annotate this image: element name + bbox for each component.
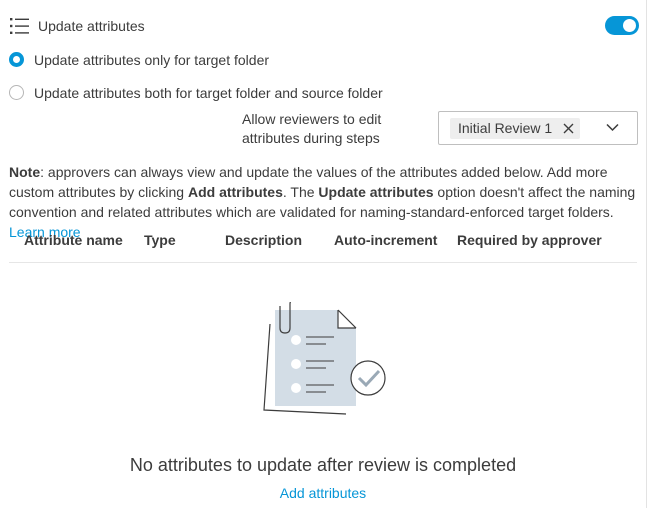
column-header-type[interactable]: Type — [144, 232, 176, 248]
section-title: Update attributes — [38, 18, 145, 34]
radio-button[interactable] — [9, 85, 24, 100]
column-header-required-by-approver[interactable]: Required by approver — [457, 232, 602, 248]
note-bold-update-attributes: Update attributes — [318, 184, 434, 200]
add-attributes-link[interactable]: Add attributes — [280, 485, 366, 501]
option-target-folder-only[interactable]: Update attributes only for target folder — [9, 50, 409, 70]
allow-reviewers-label-line1: Allow reviewers to edit — [242, 111, 382, 127]
chevron-down-icon[interactable] — [606, 123, 619, 132]
note-bold-add-attributes: Add attributes — [187, 184, 283, 200]
selected-step-chip: Initial Review 1 — [450, 118, 581, 139]
list-icon — [10, 18, 29, 34]
note-text: Note: approvers can always view and upda… — [9, 162, 641, 242]
review-steps-select[interactable]: Initial Review 1 — [438, 111, 638, 145]
column-header-attribute-name[interactable]: Attribute name — [24, 232, 123, 248]
option-label: Update attributes both for target folder… — [34, 85, 383, 101]
note-lead: Note — [9, 164, 41, 180]
panel-right-border — [646, 0, 647, 508]
empty-state-title: No attributes to update after review is … — [129, 455, 517, 475]
option-target-and-source-folder[interactable]: Update attributes both for target folder… — [9, 83, 409, 103]
empty-checklist-illustration — [263, 302, 386, 415]
option-label: Update attributes only for target folder — [34, 52, 270, 68]
radio-button-selected[interactable] — [9, 52, 24, 67]
empty-state-action: Add attributes — [0, 485, 646, 501]
allow-reviewers-label: Allow reviewers to edit attributes durin… — [242, 110, 402, 148]
note-part2: . The — [282, 184, 319, 200]
update-attributes-toggle[interactable] — [605, 16, 639, 35]
toggle-knob — [623, 19, 636, 32]
table-header-divider — [9, 262, 637, 263]
allow-reviewers-label-line2: attributes during steps — [242, 130, 380, 146]
column-header-description[interactable]: Description — [225, 232, 302, 248]
close-icon[interactable] — [563, 123, 574, 134]
update-attributes-header: Update attributes — [10, 14, 640, 40]
chip-label: Initial Review 1 — [458, 120, 553, 136]
column-header-auto-increment[interactable]: Auto-increment — [334, 232, 437, 248]
